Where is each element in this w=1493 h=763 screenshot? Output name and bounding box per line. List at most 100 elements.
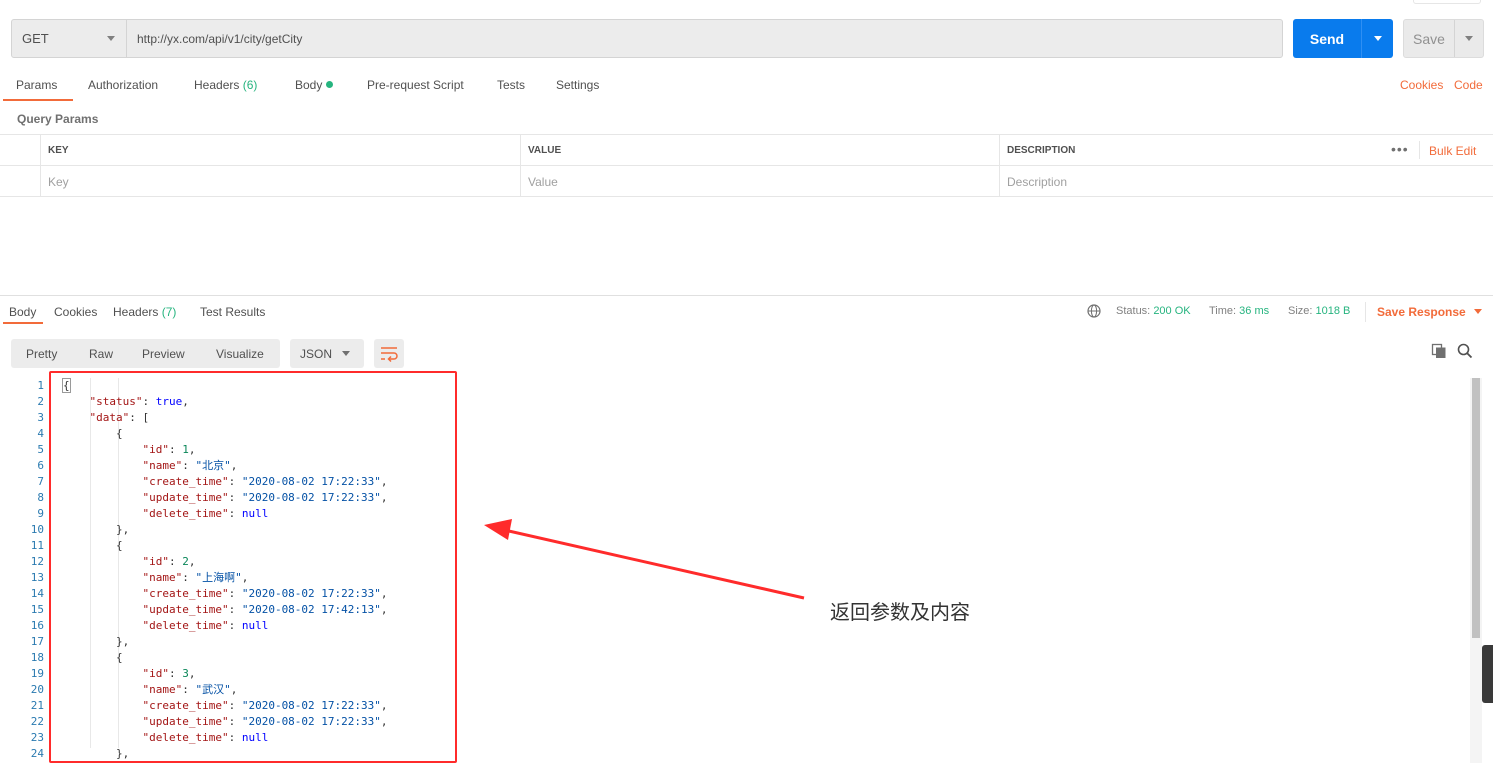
active-response-tab-indicator <box>3 322 43 324</box>
scrollbar-thumb[interactable] <box>1472 378 1480 638</box>
line-number: 13 <box>30 571 44 584</box>
method-label: GET <box>22 31 49 46</box>
line-number: 15 <box>30 603 44 616</box>
time-label: Time: <box>1209 305 1237 317</box>
table-header-row: KEY VALUE DESCRIPTION ••• Bulk Edit <box>0 135 1493 166</box>
line-number: 3 <box>37 411 44 424</box>
tab-prerequest-script[interactable]: Pre-request Script <box>367 78 464 92</box>
size-label: Size: <box>1288 305 1313 317</box>
format-label: JSON <box>300 347 333 361</box>
request-url-bar: GET <box>11 19 1283 58</box>
save-button[interactable]: Save <box>1403 19 1484 58</box>
globe-icon[interactable] <box>1087 304 1101 318</box>
annotation-arrow-icon <box>484 519 805 600</box>
time-value: 36 ms <box>1239 305 1270 317</box>
view-visualize-button[interactable]: Visualize <box>216 347 264 361</box>
headers-count: (6) <box>242 78 258 92</box>
value-input[interactable]: Value <box>520 166 999 197</box>
view-raw-button[interactable]: Raw <box>89 347 113 361</box>
tab-body-label: Body <box>295 78 323 92</box>
response-tab-body[interactable]: Body <box>9 305 36 319</box>
view-mode-group: Pretty Raw Preview Visualize <box>11 339 280 368</box>
send-options-chevron-icon[interactable] <box>1361 19 1393 58</box>
method-select[interactable]: GET <box>12 20 127 57</box>
key-input[interactable]: Key <box>40 166 520 197</box>
response-tab-headers-label: Headers <box>113 305 159 319</box>
line-number: 11 <box>30 539 44 552</box>
line-number: 10 <box>30 523 44 536</box>
view-pretty-button[interactable]: Pretty <box>26 347 57 361</box>
chevron-down-icon <box>342 351 350 356</box>
column-description: DESCRIPTION <box>999 135 1379 166</box>
annotation-highlight-box <box>49 371 457 763</box>
status-readout: Status: 200 OK <box>1116 305 1191 317</box>
line-number: 14 <box>30 587 44 600</box>
line-number: 9 <box>37 507 44 520</box>
format-select[interactable]: JSON <box>290 339 364 368</box>
query-params-title: Query Params <box>17 112 99 126</box>
status-label: Status: <box>1116 305 1151 317</box>
body-indicator-dot <box>326 81 334 88</box>
tab-body[interactable]: Body <box>295 78 334 92</box>
view-preview-button[interactable]: Preview <box>142 347 185 361</box>
chevron-down-icon <box>107 36 115 41</box>
tab-tests[interactable]: Tests <box>497 78 525 92</box>
line-number-gutter: 1 2 3 4 5 6 7 8 9 10 11 12 13 14 15 16 17 18 19 20 21 22 23 24 <box>0 378 50 762</box>
line-number: 12 <box>30 555 44 568</box>
code-link[interactable]: Code <box>1454 78 1483 92</box>
search-icon[interactable] <box>1457 343 1473 359</box>
size-readout: Size: 1018 B <box>1288 305 1350 317</box>
description-input[interactable]: Description <box>999 166 1493 197</box>
pane-divider[interactable] <box>0 295 1493 296</box>
cookies-link[interactable]: Cookies <box>1400 78 1443 92</box>
divider <box>1365 302 1366 322</box>
tab-headers[interactable]: Headers (6) <box>194 78 257 92</box>
request-tabs: Params Authorization Headers (6) Body Pr… <box>0 72 1493 102</box>
status-value: 200 OK <box>1153 305 1191 317</box>
tab-headers-label: Headers <box>194 78 240 92</box>
save-response-button[interactable]: Save Response <box>1377 305 1482 319</box>
bulk-edit-link[interactable]: Bulk Edit <box>1429 144 1476 158</box>
annotation-label: 返回参数及内容 <box>830 600 970 624</box>
send-label: Send <box>1309 30 1345 47</box>
response-tab-cookies[interactable]: Cookies <box>54 305 97 319</box>
line-number: 4 <box>37 427 44 440</box>
response-tab-headers[interactable]: Headers (7) <box>113 305 176 319</box>
line-number: 18 <box>30 651 44 664</box>
line-number: 1 <box>37 379 44 392</box>
column-key: KEY <box>40 135 520 166</box>
divider <box>1419 141 1420 159</box>
line-number: 23 <box>30 731 44 744</box>
active-tab-indicator <box>3 99 73 101</box>
table-row: Key Value Description <box>0 166 1493 197</box>
side-widget[interactable] <box>1482 645 1493 703</box>
size-value: 1018 B <box>1315 305 1351 317</box>
chevron-down-icon <box>1473 309 1482 314</box>
line-number: 8 <box>37 491 44 504</box>
response-tab-test-results[interactable]: Test Results <box>200 305 265 319</box>
wrap-lines-button[interactable] <box>374 339 404 368</box>
url-input[interactable] <box>127 20 1282 57</box>
more-options-icon[interactable]: ••• <box>1391 142 1409 156</box>
send-button[interactable]: Send <box>1293 19 1393 58</box>
line-number: 22 <box>30 715 44 728</box>
line-number: 7 <box>37 475 44 488</box>
column-value: VALUE <box>520 135 999 166</box>
save-options-chevron-icon[interactable] <box>1454 20 1483 57</box>
save-response-label: Save Response <box>1377 305 1466 319</box>
line-number: 6 <box>37 459 44 472</box>
copy-icon[interactable] <box>1431 343 1447 359</box>
window-edge <box>1413 0 1481 4</box>
tab-settings[interactable]: Settings <box>556 78 599 92</box>
line-number: 5 <box>37 443 44 456</box>
response-headers-count: (7) <box>161 305 177 319</box>
line-number: 21 <box>30 699 44 712</box>
line-number: 16 <box>30 619 44 632</box>
save-label: Save <box>1413 30 1445 47</box>
line-number: 2 <box>37 395 44 408</box>
line-number: 20 <box>30 683 44 696</box>
line-number: 24 <box>30 747 44 760</box>
wrap-lines-icon <box>381 347 398 363</box>
tab-authorization[interactable]: Authorization <box>88 78 158 92</box>
tab-params[interactable]: Params <box>16 78 57 92</box>
